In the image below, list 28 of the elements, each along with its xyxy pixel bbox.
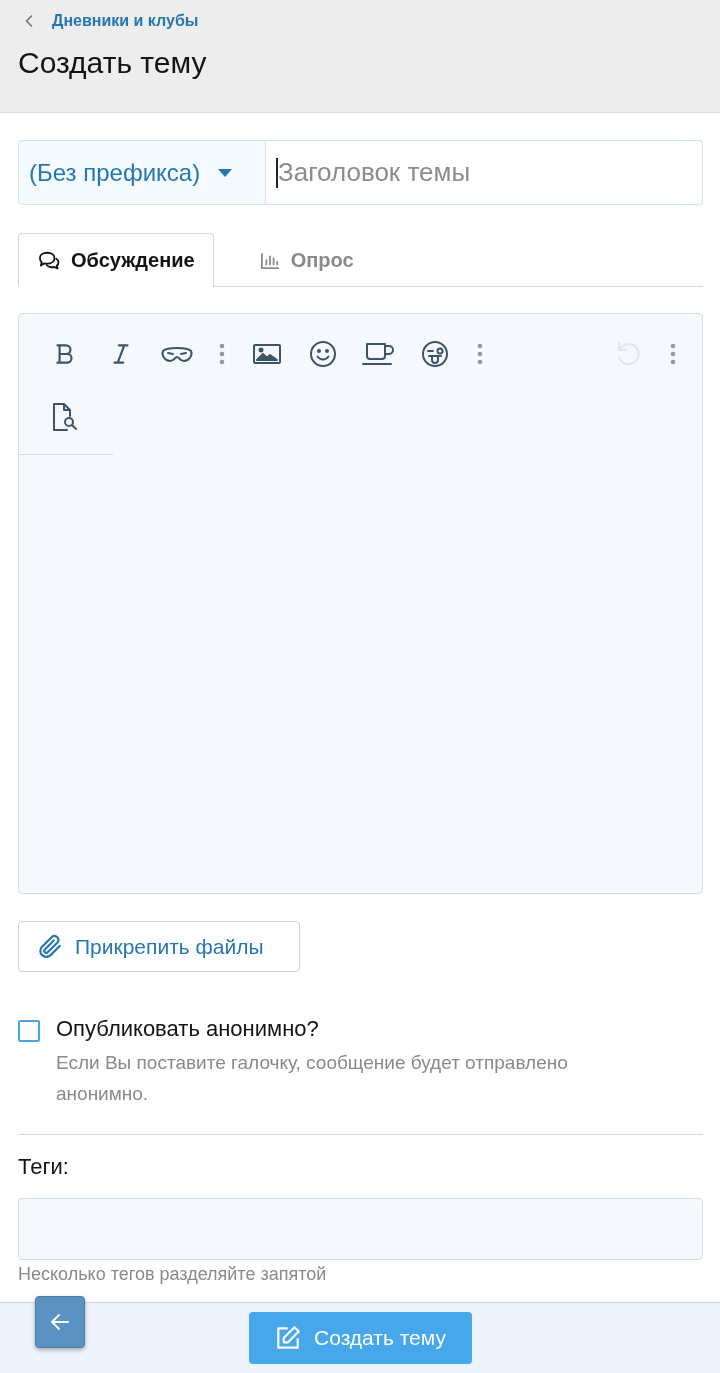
chevron-left-icon xyxy=(24,14,34,28)
bar-chart-icon xyxy=(258,251,281,270)
checkbox[interactable] xyxy=(18,1020,40,1042)
hint-text: Несколько тегов разделяйте запятой xyxy=(18,1264,328,1285)
more-options-icon[interactable] xyxy=(670,343,676,365)
winking-face-icon[interactable] xyxy=(421,340,449,368)
tags-field[interactable] xyxy=(18,1198,703,1260)
image-icon[interactable] xyxy=(252,342,282,366)
field-label: Теги: xyxy=(18,1154,70,1180)
checkbox-label: Опубликовать анонимно? xyxy=(56,1016,320,1042)
edit-icon xyxy=(274,1324,303,1352)
attach-files-button[interactable]: Прикрепить файлы xyxy=(18,921,300,972)
caret-icon xyxy=(218,168,233,177)
cup-icon[interactable] xyxy=(361,340,397,368)
hint-text: Если Вы поставите галочку, сообщение будет отправлено анонимно. xyxy=(56,1051,569,1106)
create-topic-button[interactable]: Создать тему xyxy=(248,1312,472,1364)
paperclip-icon xyxy=(37,933,63,960)
page-title: Создать тему xyxy=(18,46,208,80)
tab[interactable]: Обсуждение xyxy=(18,233,214,287)
more-options-icon[interactable] xyxy=(219,343,225,365)
back-button[interactable] xyxy=(35,1296,85,1348)
breadcrumb-link[interactable]: Дневники и клубы xyxy=(18,10,702,32)
chat-bubbles-icon xyxy=(37,250,61,270)
smiley-icon[interactable] xyxy=(309,340,337,368)
prefix-dropdown[interactable]: (Без префикса) xyxy=(18,140,266,205)
tab[interactable]: Опрос xyxy=(213,233,373,287)
more-options-icon[interactable] xyxy=(477,343,483,365)
title-field[interactable]: Заголовок темы xyxy=(266,140,703,205)
